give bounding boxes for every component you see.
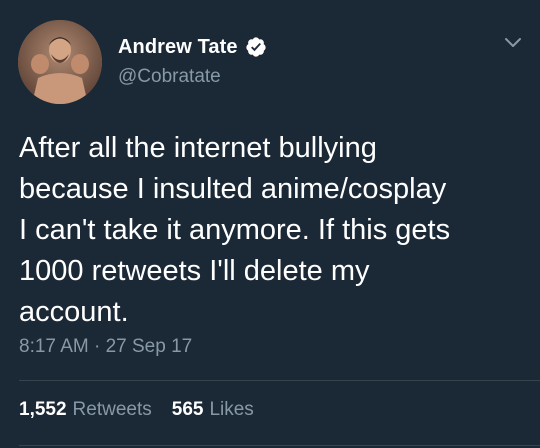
avatar[interactable] [18,20,102,104]
likes-count: 565 [171,399,204,420]
avatar-photo [18,20,102,104]
tweet-text-line: After all the internet bullying [19,132,377,164]
tweet-text-line: 1000 retweets I'll delete my [19,255,370,287]
retweets-label: Retweets [72,399,152,420]
tweet-text-line: because I insulted anime/cosplay [19,173,447,205]
verified-badge-icon [245,36,267,58]
chevron-down-icon[interactable] [500,32,526,54]
tweet-card: Andrew Tate @Cobratate After all the int… [0,0,540,448]
tweet-timestamp[interactable]: 8:17 AM · 27 Sep 17 [19,336,192,358]
author-name-row[interactable]: Andrew Tate [118,34,267,60]
retweets-stat[interactable]: 1,552 Retweets [19,399,152,421]
display-name[interactable]: Andrew Tate [118,36,238,59]
divider [19,380,540,381]
likes-stat[interactable]: 565 Likes [172,399,254,421]
likes-label: Likes [209,399,254,420]
author-handle[interactable]: @Cobratate [118,66,221,88]
tweet-text-line: account. [19,296,129,328]
tweet-text: After all the internet bullying because … [19,128,524,333]
engagement-stats: 1,552 Retweets 565 Likes [19,399,254,421]
retweets-count: 1,552 [19,399,67,420]
tweet-text-line: I can't take it anymore. If this gets [19,214,451,246]
divider [19,445,540,446]
